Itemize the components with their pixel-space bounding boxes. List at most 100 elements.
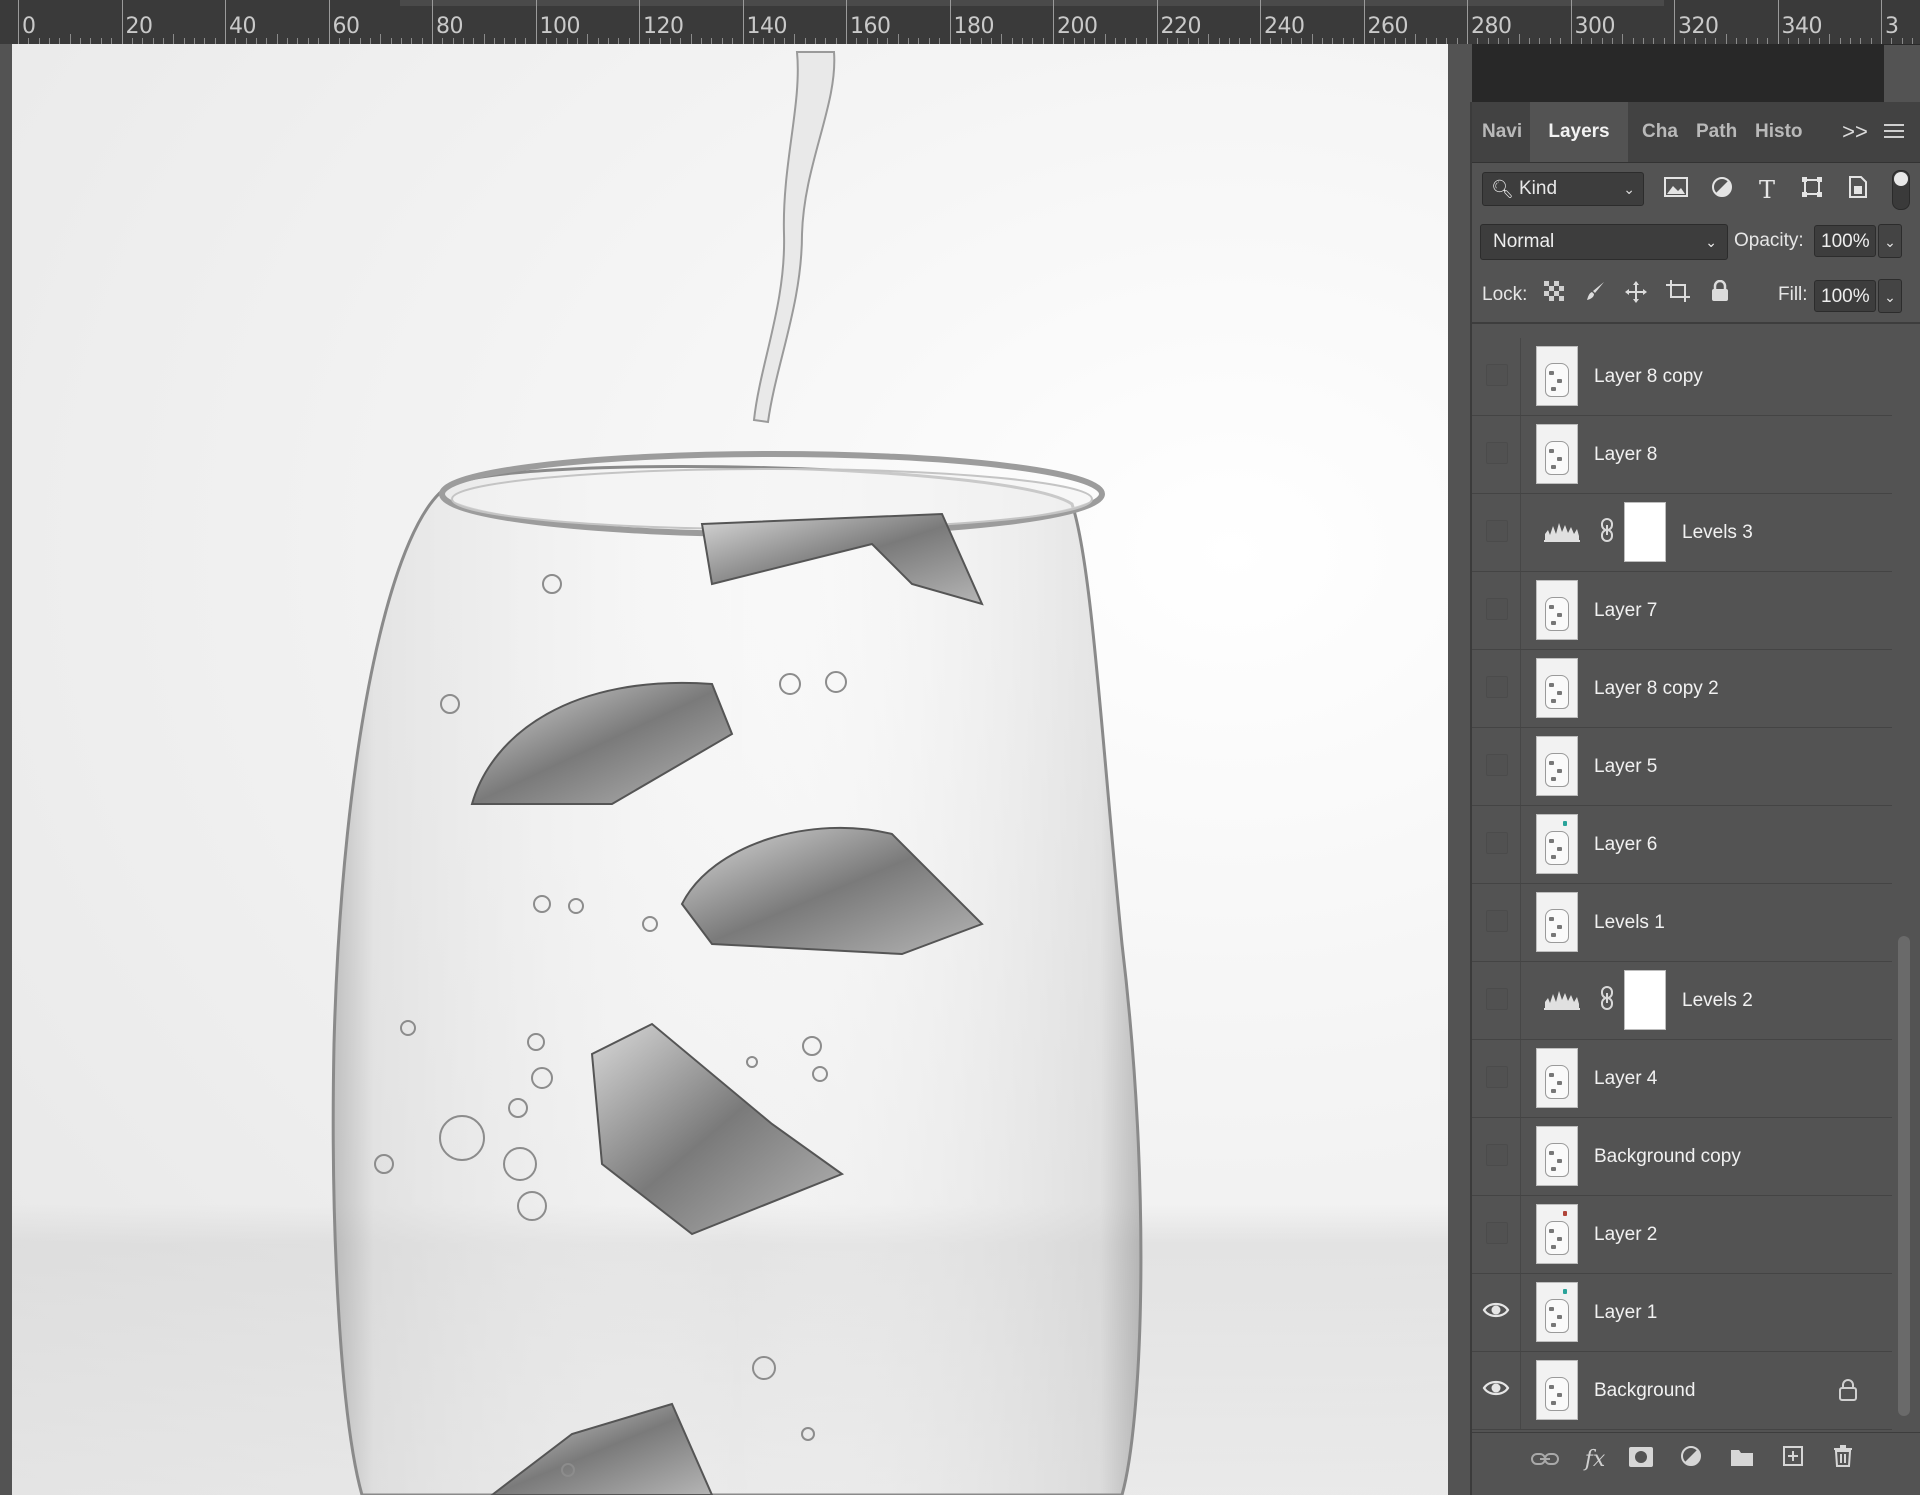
layer-row[interactable]: Background copy: [1472, 1118, 1892, 1196]
visibility-toggle[interactable]: [1486, 1222, 1508, 1244]
blend-mode-select[interactable]: Normal ⌄: [1480, 224, 1728, 260]
layer-thumbnail[interactable]: [1536, 736, 1578, 796]
fill-dropdown-button[interactable]: ⌄: [1878, 279, 1902, 313]
new-adjustment-layer-icon[interactable]: [1676, 1445, 1706, 1475]
more-tabs-button[interactable]: >>: [1840, 102, 1870, 162]
layer-row[interactable]: Levels 1: [1472, 884, 1892, 962]
visibility-toggle[interactable]: [1486, 676, 1508, 698]
layer-name[interactable]: Layer 1: [1594, 1274, 1657, 1351]
layer-name[interactable]: Background: [1594, 1352, 1695, 1429]
visibility-toggle[interactable]: [1486, 832, 1508, 854]
horizontal-ruler[interactable]: 0 20 40 60 80 100 120 140 160 180 200 220 240 260 280 3…: [0, 0, 1920, 45]
layer-name[interactable]: Layer 8: [1594, 416, 1657, 493]
link-layers-icon[interactable]: [1530, 1445, 1560, 1475]
document-canvas[interactable]: [12, 44, 1448, 1495]
visibility-toggle[interactable]: [1486, 442, 1508, 464]
visibility-toggle[interactable]: [1486, 1144, 1508, 1166]
layer-thumbnail[interactable]: [1536, 1048, 1578, 1108]
filter-kind-select[interactable]: 🔍︎ Kind ⌄: [1482, 172, 1644, 206]
visibility-toggle[interactable]: [1486, 598, 1508, 620]
layer-mask-thumbnail[interactable]: [1624, 970, 1666, 1030]
layer-name[interactable]: Layer 4: [1594, 1040, 1657, 1117]
delete-layer-trash-icon[interactable]: [1828, 1445, 1858, 1475]
layer-style-fx-icon[interactable]: fx: [1580, 1445, 1610, 1475]
adjustment-filter-icon[interactable]: [1708, 176, 1736, 204]
layer-thumbnail[interactable]: [1536, 814, 1578, 874]
layer-thumbnail[interactable]: [1536, 346, 1578, 406]
tab-paths[interactable]: Path: [1696, 102, 1742, 162]
panel-menu-icon[interactable]: [1884, 124, 1904, 142]
fill-input[interactable]: 100%: [1814, 280, 1876, 312]
levels-adjustment-icon[interactable]: [1544, 520, 1580, 542]
layer-row[interactable]: Layer 8: [1472, 416, 1892, 494]
layer-row[interactable]: Layer 6: [1472, 806, 1892, 884]
layer-name[interactable]: Background copy: [1594, 1118, 1741, 1195]
layer-row[interactable]: Layer 8 copy: [1472, 338, 1892, 416]
visibility-toggle[interactable]: [1486, 520, 1508, 542]
layer-row[interactable]: Layer 2: [1472, 1196, 1892, 1274]
layer-thumbnail[interactable]: [1536, 1204, 1578, 1264]
layer-thumbnail[interactable]: [1536, 1360, 1578, 1420]
visibility-toggle[interactable]: [1486, 754, 1508, 776]
layer-name[interactable]: Layer 8 copy 2: [1594, 650, 1719, 727]
layer-name[interactable]: Levels 1: [1594, 884, 1665, 961]
visibility-toggle[interactable]: [1486, 1066, 1508, 1088]
layer-row[interactable]: Levels 2: [1472, 962, 1892, 1040]
shape-filter-icon[interactable]: [1798, 176, 1826, 204]
layer-thumbnail[interactable]: [1536, 580, 1578, 640]
new-layer-icon[interactable]: [1778, 1445, 1808, 1475]
type-filter-icon[interactable]: T: [1753, 176, 1781, 204]
lock-all-icon[interactable]: [1706, 279, 1734, 310]
layers-list[interactable]: Layer 8 copy Layer 8 Levels 3 Layer 7 Layer …: [1472, 338, 1892, 1430]
layer-name[interactable]: Layer 8 copy: [1594, 338, 1703, 415]
tab-navigator[interactable]: Navi: [1482, 102, 1530, 162]
layers-scrollbar-thumb[interactable]: [1898, 936, 1910, 1416]
mask-link-icon[interactable]: [1600, 986, 1614, 1016]
layer-thumbnail[interactable]: [1536, 658, 1578, 718]
ruler-major-tick: [1570, 0, 1572, 44]
layer-row[interactable]: Layer 5: [1472, 728, 1892, 806]
lock-image-pixels-icon[interactable]: [1582, 280, 1610, 310]
layer-row[interactable]: Layer 4: [1472, 1040, 1892, 1118]
visibility-divider: [1520, 650, 1521, 727]
layer-mask-thumbnail[interactable]: [1624, 502, 1666, 562]
layer-row[interactable]: Levels 3: [1472, 494, 1892, 572]
opacity-input[interactable]: 100%: [1814, 225, 1876, 257]
layer-row[interactable]: Layer 7: [1472, 572, 1892, 650]
tab-channels[interactable]: Cha: [1642, 102, 1686, 162]
eye-visibility-icon[interactable]: [1482, 1378, 1510, 1398]
layer-name[interactable]: Levels 2: [1682, 962, 1753, 1039]
layer-thumbnail[interactable]: [1536, 1126, 1578, 1186]
layer-lock-icon[interactable]: [1838, 1378, 1860, 1402]
layer-thumbnail[interactable]: [1536, 892, 1578, 952]
opacity-dropdown-button[interactable]: ⌄: [1878, 224, 1902, 258]
layer-name[interactable]: Layer 5: [1594, 728, 1657, 805]
visibility-toggle[interactable]: [1486, 910, 1508, 932]
lock-position-icon[interactable]: [1622, 280, 1650, 310]
visibility-toggle[interactable]: [1486, 988, 1508, 1010]
eye-visibility-icon[interactable]: [1482, 1300, 1510, 1320]
tab-layers[interactable]: Layers: [1530, 102, 1628, 162]
filter-toggle-switch[interactable]: [1892, 170, 1910, 210]
pixel-filter-icon[interactable]: [1662, 176, 1690, 204]
layer-thumbnail[interactable]: [1536, 1282, 1578, 1342]
levels-adjustment-icon[interactable]: [1544, 988, 1580, 1010]
layer-row[interactable]: Layer 1: [1472, 1274, 1892, 1352]
ruler-minor-tick: [1104, 34, 1106, 44]
lock-transparent-pixels-icon[interactable]: [1540, 280, 1568, 310]
layers-scrollbar[interactable]: [1896, 338, 1912, 1430]
lock-artboard-icon[interactable]: [1664, 280, 1692, 310]
visibility-toggle[interactable]: [1486, 364, 1508, 386]
layer-name[interactable]: Levels 3: [1682, 494, 1753, 571]
add-mask-icon[interactable]: [1626, 1445, 1656, 1475]
layer-name[interactable]: Layer 6: [1594, 806, 1657, 883]
layer-name[interactable]: Layer 2: [1594, 1196, 1657, 1273]
layer-name[interactable]: Layer 7: [1594, 572, 1657, 649]
tab-history[interactable]: Histo: [1755, 102, 1803, 162]
layer-row[interactable]: Background: [1472, 1352, 1892, 1430]
layer-thumbnail[interactable]: [1536, 424, 1578, 484]
layer-row[interactable]: Layer 8 copy 2: [1472, 650, 1892, 728]
new-group-folder-icon[interactable]: [1727, 1445, 1757, 1475]
mask-link-icon[interactable]: [1600, 518, 1614, 548]
smart-object-filter-icon[interactable]: [1844, 176, 1872, 204]
